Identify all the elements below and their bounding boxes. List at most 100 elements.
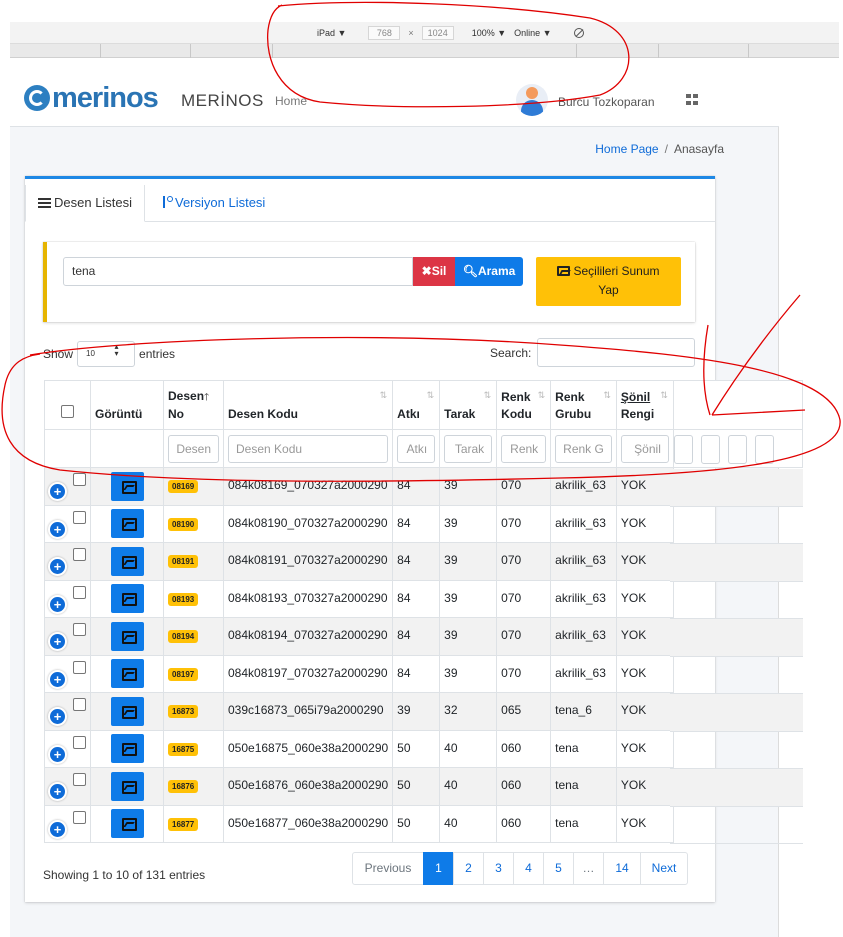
table-row[interactable]: +16875 050e16875_060e38a2000290 50 40 060 ten… <box>44 729 674 768</box>
tab-version-list[interactable]: Versiyon Listesi <box>150 185 277 222</box>
row-checkbox[interactable] <box>73 773 86 787</box>
pagination-page[interactable]: 14 <box>603 852 641 885</box>
table-row[interactable]: +08194 084k08194_070327a2000290 84 39 070 akr… <box>44 617 674 656</box>
page-length-select[interactable]: 10 <box>77 341 136 367</box>
row-checkbox[interactable] <box>73 698 86 712</box>
height-field[interactable]: 1024 <box>421 26 454 40</box>
row-checkbox[interactable] <box>73 810 86 824</box>
weft-cell: 84 <box>397 665 411 680</box>
filter-shonil[interactable]: Şönil <box>620 434 669 463</box>
table-row[interactable]: +16876 050e16876_060e38a2000290 50 40 060 ten… <box>44 767 674 806</box>
table-row[interactable]: +16877 050e16877_060e38a2000290 50 40 060 ten… <box>44 804 674 843</box>
filter-color-group[interactable]: Renk G <box>555 434 612 463</box>
weft-cell: 84 <box>397 590 411 605</box>
extra-filter-input[interactable] <box>728 435 747 464</box>
row-checkbox[interactable] <box>73 548 86 562</box>
pagination-page[interactable]: 2 <box>453 852 484 885</box>
expand-row-icon[interactable]: + <box>50 521 65 537</box>
filter-pattern-code[interactable]: Desen Kodu <box>228 434 389 463</box>
view-image-button[interactable] <box>110 809 144 839</box>
nav-home-link[interactable]: Home <box>275 94 307 108</box>
present-selected-button[interactable]: Seçilileri Sunum Yap <box>536 257 681 306</box>
expand-row-icon[interactable]: + <box>50 671 65 687</box>
expand-row-icon[interactable]: + <box>50 484 65 500</box>
merinos-logo[interactable]: merinos <box>24 83 159 113</box>
view-image-button[interactable] <box>110 509 144 539</box>
pagination-previous[interactable]: Previous <box>352 852 424 885</box>
tab-pattern-list[interactable]: Desen Listesi <box>25 185 146 222</box>
view-image-button[interactable] <box>110 546 144 576</box>
top-navbar: merinos MERİNOS Home Burcu Tozkoparan <box>10 73 779 127</box>
rotate-icon[interactable] <box>573 28 584 38</box>
view-image-button[interactable] <box>110 584 144 614</box>
view-image-button[interactable] <box>110 621 144 651</box>
row-checkbox[interactable] <box>73 735 86 749</box>
view-image-button[interactable] <box>110 659 144 689</box>
extra-filter-input[interactable] <box>755 435 774 464</box>
table-row[interactable]: +08190 084k08190_070327a2000290 84 39 070 akr… <box>44 504 674 543</box>
weft-cell: 39 <box>397 703 411 718</box>
weft-cell: 50 <box>397 778 411 793</box>
table-row[interactable]: +08169 084k08169_070327a2000290 84 39 070 akr… <box>44 467 674 506</box>
search-panel: tena ✖Sil 🔍︎Arama Seçilileri Sunum Yap <box>43 242 695 322</box>
pagination-page[interactable]: 4 <box>513 852 544 885</box>
expand-row-icon[interactable]: + <box>50 709 65 725</box>
color-group-cell: akrilik_63 <box>555 628 606 643</box>
pagination-next[interactable]: Next <box>640 852 688 885</box>
table-row[interactable]: +08193 084k08193_070327a2000290 84 39 070 akr… <box>44 579 674 618</box>
col-view: Görüntü <box>90 380 164 430</box>
expand-row-icon[interactable]: + <box>50 596 65 612</box>
filter-pattern-no[interactable]: Desen <box>168 434 219 463</box>
shonil-cell: YOK <box>620 590 647 605</box>
col-pattern-code[interactable]: ⇅ Desen Kodu <box>222 380 394 430</box>
filter-weft[interactable]: Atkı <box>397 434 436 463</box>
expand-row-icon[interactable]: + <box>50 746 65 762</box>
row-checkbox[interactable] <box>73 660 86 674</box>
select-all-checkbox[interactable] <box>61 405 74 418</box>
extra-filter-input[interactable] <box>674 435 693 464</box>
col-color-code[interactable]: ⇅ Renk Kodu <box>496 380 552 430</box>
search-button[interactable]: 🔍︎Arama <box>455 257 523 286</box>
row-checkbox[interactable] <box>73 473 86 487</box>
col-color-group[interactable]: ⇅ Renk Grubu <box>550 380 617 430</box>
pagination-page[interactable]: 5 <box>543 852 574 885</box>
col-reed[interactable]: ⇅ Tarak <box>439 380 498 430</box>
pagination-page[interactable]: 1 <box>423 852 454 885</box>
row-checkbox[interactable] <box>73 585 86 599</box>
list-icon <box>38 198 51 208</box>
filter-reed[interactable]: Tarak <box>444 434 493 463</box>
table-search-input[interactable] <box>537 338 695 367</box>
view-image-button[interactable] <box>110 771 144 801</box>
expand-row-icon[interactable]: + <box>50 634 65 650</box>
pagination-page[interactable]: 3 <box>483 852 514 885</box>
table-row[interactable]: +08191 084k08191_070327a2000290 84 39 070 akr… <box>44 542 674 581</box>
table-row[interactable]: +16873 039c16873_065i79a2000290 39 32 065 ten… <box>44 692 674 731</box>
device-select[interactable]: iPad ▼ <box>317 28 346 38</box>
col-pattern-no[interactable]: Desen🡑 No <box>163 380 224 430</box>
color-group-cell: akrilik_63 <box>555 590 606 605</box>
expand-row-icon[interactable]: + <box>50 784 65 800</box>
network-select[interactable]: Online ▼ <box>514 28 551 38</box>
clear-button[interactable]: ✖Sil <box>413 257 455 286</box>
width-field[interactable]: 768 <box>368 26 401 40</box>
weft-cell: 84 <box>397 478 411 493</box>
user-name[interactable]: Burcu Tozkoparan <box>558 95 655 109</box>
expand-row-icon[interactable]: + <box>50 821 65 837</box>
pattern-search-input[interactable]: tena <box>63 257 413 286</box>
row-checkbox[interactable] <box>73 623 86 637</box>
table-row[interactable]: +08197 084k08197_070327a2000290 84 39 070 akr… <box>44 654 674 693</box>
zoom-select[interactable]: 100% ▼ <box>472 28 506 38</box>
view-image-button[interactable] <box>110 471 144 501</box>
col-weft[interactable]: ⇅ Atkı <box>392 380 441 430</box>
col-shonil[interactable]: ⇅ Şönil Rengi <box>615 380 674 430</box>
user-avatar[interactable] <box>516 84 548 116</box>
apps-grid-icon[interactable] <box>686 94 698 105</box>
reed-cell: 39 <box>444 553 458 568</box>
extra-filter-input[interactable] <box>701 435 720 464</box>
view-image-button[interactable] <box>110 734 144 764</box>
view-image-button[interactable] <box>110 696 144 726</box>
expand-row-icon[interactable]: + <box>50 559 65 575</box>
breadcrumb-home-link[interactable]: Home Page <box>595 142 658 156</box>
filter-color-code[interactable]: Renk <box>501 434 547 463</box>
row-checkbox[interactable] <box>73 510 86 524</box>
